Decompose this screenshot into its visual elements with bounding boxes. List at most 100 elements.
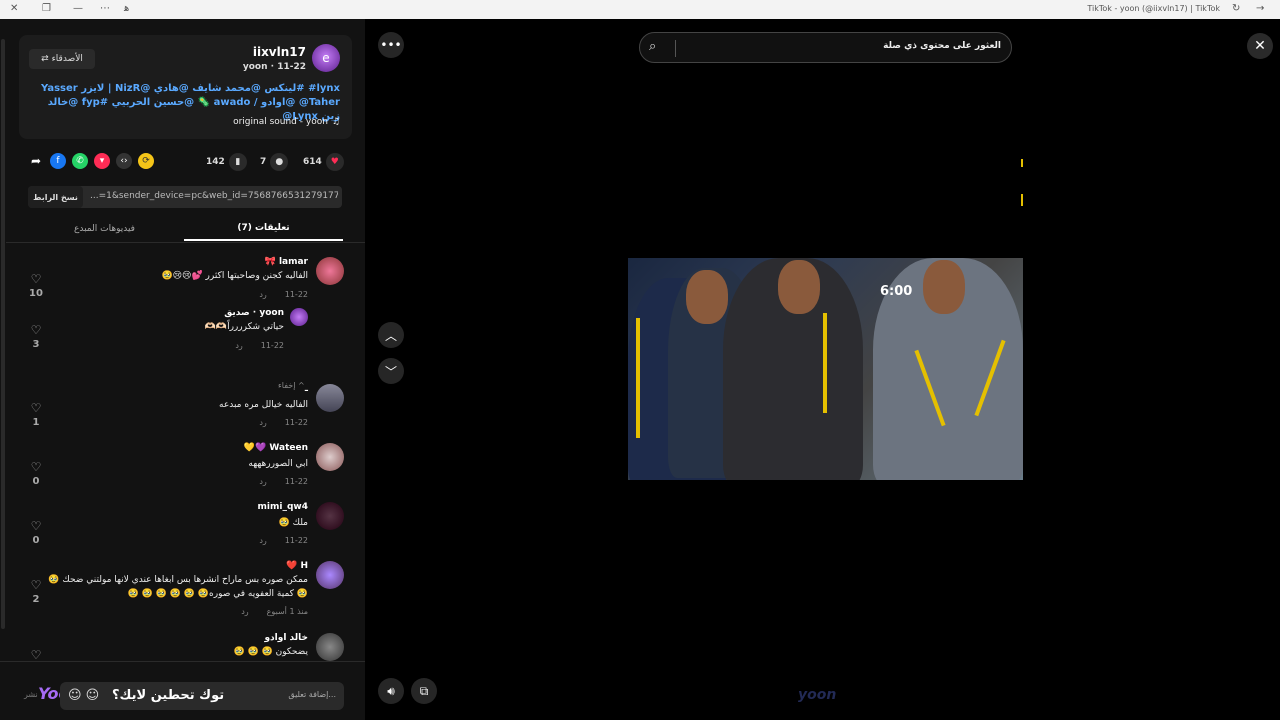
decorative-mark bbox=[1021, 159, 1023, 167]
telegram-icon[interactable]: ▾ bbox=[94, 153, 110, 169]
heart-outline-icon: ♡ bbox=[30, 401, 42, 415]
repost-icon[interactable]: ⟳ bbox=[138, 153, 154, 169]
avatar[interactable] bbox=[316, 561, 344, 589]
close-window-icon[interactable]: ✕ bbox=[10, 3, 18, 14]
comment-text: ممكن صوره بس ماراح انشرها بس ابغاها عندي… bbox=[48, 575, 308, 585]
share-arrow-icon[interactable]: ➦ bbox=[28, 153, 44, 169]
miniplayer-button[interactable]: ⧉ bbox=[411, 678, 437, 704]
comments-stat[interactable]: 7 ● bbox=[260, 153, 289, 171]
avatar[interactable] bbox=[316, 502, 344, 530]
comment-text: يضحكون 🥹 🥹 🥹 bbox=[233, 647, 308, 657]
translate-icon[interactable]: ﻫ bbox=[124, 3, 129, 14]
reply-button[interactable]: رد bbox=[259, 418, 266, 427]
heart-outline-icon: ♡ bbox=[30, 272, 42, 286]
restore-icon[interactable]: ❐ bbox=[42, 3, 51, 14]
reply-button[interactable]: رد bbox=[259, 290, 266, 299]
comment-meta: 11-22 رد bbox=[259, 536, 308, 545]
close-icon: ✕ bbox=[1254, 38, 1266, 54]
comment-author[interactable]: ـ bbox=[305, 384, 308, 394]
post-button[interactable]: نشر bbox=[24, 690, 38, 699]
next-video-button[interactable]: ﹀ bbox=[378, 358, 404, 384]
search-icon[interactable]: ⌕ bbox=[649, 39, 656, 54]
share-link[interactable]: ...=1&sender_device=pc&web_id=7568766531… bbox=[90, 191, 338, 201]
comment-meta: 11-22 رد bbox=[259, 477, 308, 486]
reply-button[interactable]: رد bbox=[241, 607, 248, 616]
minimize-icon[interactable]: — bbox=[73, 3, 83, 14]
embed-icon[interactable]: ‹› bbox=[116, 153, 132, 169]
comment-like[interactable]: ♡ 1 bbox=[24, 402, 48, 428]
comment-author[interactable]: yoon · صديق bbox=[224, 308, 284, 318]
emoji-icon[interactable]: ☺ ☺ bbox=[68, 688, 99, 703]
avatar[interactable] bbox=[316, 257, 344, 285]
comment-like[interactable]: ♡ 10 bbox=[24, 273, 48, 299]
comment-text: ملك 🥹 bbox=[278, 518, 308, 528]
chevron-down-icon: ﹀ bbox=[384, 364, 397, 379]
comment-item: خالد اوادو يضحكون 🥹 🥹 🥹 ♡ bbox=[20, 633, 344, 663]
facebook-icon[interactable]: f bbox=[50, 153, 66, 169]
comment-input-area: نشر Yoon_17 ☺ ☺ توك تحطين لايك؟ إضافة تع… bbox=[0, 661, 365, 720]
username[interactable]: iixvln17 bbox=[253, 45, 306, 59]
tab-comments[interactable]: (7) تعليقات bbox=[184, 217, 343, 241]
sound-link[interactable]: original sound - yoon ♫ bbox=[233, 117, 340, 127]
divider bbox=[675, 40, 676, 57]
scrollbar[interactable] bbox=[0, 29, 6, 629]
bookmark-icon: ▮ bbox=[228, 153, 247, 171]
video-watermark: yoon bbox=[798, 687, 837, 703]
scrollbar-thumb[interactable] bbox=[1, 39, 5, 629]
avatar[interactable] bbox=[316, 443, 344, 471]
comment-meta: 11-22 رد bbox=[259, 418, 308, 427]
comment-text-line2: 🥹 كمية العفويه في صوره🥹 🥹 🥹 🥹 🥹 🥹 bbox=[127, 589, 309, 599]
window-titlebar: ✕ ❐ — ⋯ ﻫ TikTok - yoon (@iixvln17) | Ti… bbox=[0, 0, 1280, 19]
friends-button[interactable]: ⇄ الأصدقاء bbox=[29, 49, 95, 69]
avatar[interactable] bbox=[316, 633, 344, 661]
divider bbox=[6, 242, 365, 243]
volume-button[interactable]: 🔊︎ bbox=[378, 678, 404, 704]
comment-like[interactable]: ♡ 0 bbox=[24, 461, 48, 487]
search-input[interactable]: ⌕ العثور على محتوى ذي صلة bbox=[639, 32, 1012, 63]
reply-button[interactable]: رد bbox=[259, 536, 266, 545]
ellipsis-icon: ••• bbox=[380, 38, 402, 52]
likes-stat[interactable]: 614 ♥ bbox=[303, 153, 344, 171]
avatar[interactable]: e bbox=[312, 44, 340, 72]
tab-creator-videos[interactable]: فيديوهات المبدع bbox=[25, 217, 184, 241]
comment-author[interactable]: H ❤️ bbox=[286, 561, 308, 571]
comment-like[interactable]: ♡ 2 bbox=[24, 579, 48, 605]
comment-like[interactable]: ♡ bbox=[24, 649, 48, 661]
copy-link-button[interactable]: نسخ الرابط bbox=[28, 186, 83, 208]
comment-meta: 11-22 رد bbox=[235, 341, 284, 350]
share-icons: ➦ f ✆ ▾ ‹› ⟳ bbox=[28, 153, 154, 169]
forward-icon[interactable]: → bbox=[1256, 3, 1264, 14]
comment-icon: ● bbox=[270, 153, 289, 171]
avatar[interactable] bbox=[290, 308, 308, 326]
lanyard bbox=[823, 313, 827, 413]
saves-stat[interactable]: 142 ▮ bbox=[206, 153, 247, 171]
reply-button[interactable]: رد bbox=[235, 341, 242, 350]
comment-item: ـ الفاليه خيالل مره مبدعه 11-22 رد ♡ 1 bbox=[20, 384, 344, 436]
close-button[interactable]: ✕ bbox=[1247, 33, 1273, 59]
more-options-button[interactable]: ••• bbox=[378, 32, 404, 58]
comment-author[interactable]: lamar 🎀 bbox=[265, 257, 308, 267]
decorative-mark bbox=[1021, 194, 1023, 206]
window-title: TikTok - yoon (@iixvln17) | TikTok bbox=[1087, 4, 1220, 13]
lanyard bbox=[636, 318, 640, 438]
video-player[interactable]: 6:00 yoon bbox=[628, 19, 1023, 720]
reload-icon[interactable]: ↻ bbox=[1232, 3, 1240, 14]
comment-author[interactable]: خالد اوادو bbox=[264, 633, 308, 643]
comment-item: lamar 🎀 الفاليه كجنن وصاحبتها اكثرر 💕😢😢🥹… bbox=[20, 257, 344, 309]
comment-like[interactable]: ♡ 3 bbox=[24, 324, 48, 350]
heart-outline-icon: ♡ bbox=[30, 323, 42, 337]
reply-button[interactable]: رد bbox=[259, 477, 266, 486]
comment-input[interactable]: ☺ ☺ توك تحطين لايك؟ إضافة تعليق... bbox=[60, 682, 344, 710]
comment-author[interactable]: Wateen 💜💛 bbox=[244, 443, 308, 453]
avatar[interactable] bbox=[316, 384, 344, 412]
comment-author[interactable]: mimi_qw4 bbox=[258, 502, 308, 512]
comment-item: Wateen 💜💛 ابي الصوررهههه 11-22 رد ♡ 0 bbox=[20, 443, 344, 495]
overlay-text: توك تحطين لايك؟ bbox=[112, 688, 225, 703]
comment-like[interactable]: ♡ 0 bbox=[24, 520, 48, 546]
more-icon[interactable]: ⋯ bbox=[100, 3, 110, 14]
previous-video-button[interactable]: ︿ bbox=[378, 322, 404, 348]
whatsapp-icon[interactable]: ✆ bbox=[72, 153, 88, 169]
speaker-icon: 🔊︎ bbox=[387, 683, 395, 698]
face bbox=[778, 260, 820, 314]
tabs: فيديوهات المبدع (7) تعليقات bbox=[25, 217, 343, 241]
